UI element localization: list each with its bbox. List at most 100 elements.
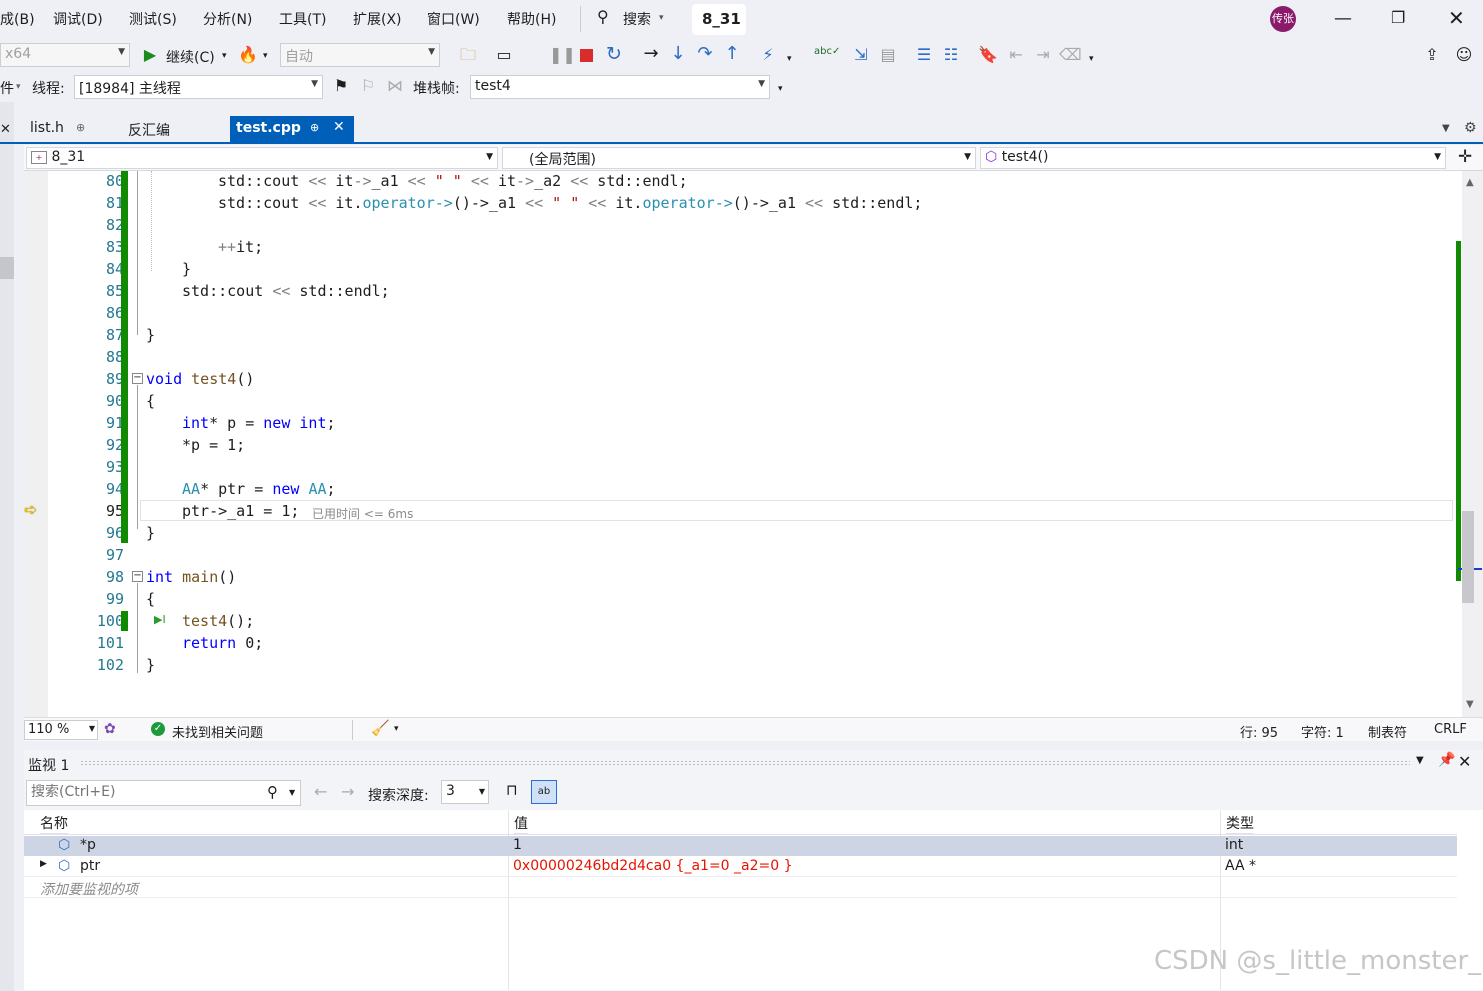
next-bookmark-icon[interactable]: ⇥ bbox=[1032, 45, 1054, 65]
menu-tools[interactable]: 工具(T) bbox=[279, 9, 326, 29]
hex-display-icon[interactable]: ab bbox=[531, 780, 557, 804]
window-layout-icon[interactable]: ▭ bbox=[493, 45, 515, 65]
line-indicator[interactable]: 行: 95 bbox=[1240, 722, 1278, 741]
prev-bookmark-icon[interactable]: ⇤ bbox=[1005, 45, 1027, 65]
flag-icon[interactable]: ⚑ bbox=[330, 76, 352, 96]
step-over-icon[interactable]: ↷ bbox=[694, 44, 716, 64]
chevron-down-icon[interactable]: ▾ bbox=[394, 724, 399, 734]
column-header-name[interactable]: 名称 bbox=[40, 810, 68, 834]
search-button[interactable]: 搜索 bbox=[623, 9, 651, 29]
chevron-down-icon[interactable]: ▾ bbox=[222, 51, 227, 61]
share-icon[interactable]: ⇪ bbox=[1421, 45, 1443, 65]
close-icon[interactable]: ✕ bbox=[1458, 752, 1471, 771]
table-row[interactable]: ⬡ *p 1 int bbox=[24, 836, 1457, 856]
hot-reload-icon[interactable]: 🔥 bbox=[237, 45, 259, 65]
collapse-box-test4[interactable]: − bbox=[132, 373, 143, 384]
issues-status[interactable]: 未找到相关问题 bbox=[172, 722, 263, 741]
thread-combo[interactable]: [18984] 主线程 ▼ bbox=[74, 75, 323, 99]
window-menu-icon[interactable]: ▼ bbox=[1416, 755, 1424, 766]
char-indicator[interactable]: 字符: 1 bbox=[1301, 722, 1344, 741]
perf-tip[interactable]: 已用时间 <= 6ms bbox=[312, 505, 413, 522]
cursor-icon[interactable]: ⇲ bbox=[850, 45, 872, 65]
platform-combo[interactable]: x64 ▼ bbox=[0, 43, 130, 67]
clear-bookmarks-icon[interactable]: ⌫ bbox=[1059, 45, 1082, 65]
outdent-icon[interactable]: ☰ bbox=[913, 45, 935, 65]
stack-frame-combo[interactable]: test4 ▼ bbox=[470, 75, 770, 99]
expand-icon[interactable]: ▶ bbox=[40, 859, 47, 869]
watch-value[interactable]: 0x00000246bd2d4ca0 {_a1=0 _a2=0 } bbox=[513, 858, 793, 874]
tab-test-cpp[interactable]: test.cpp ⊕ ✕ bbox=[230, 116, 354, 142]
scroll-up-icon[interactable]: ▲ bbox=[1466, 177, 1474, 188]
bookmark-icon[interactable]: 🔖 bbox=[977, 45, 999, 65]
menu-build[interactable]: 成(B) bbox=[0, 9, 35, 29]
editor-vertical-scrollbar[interactable]: ▲ ▼ bbox=[1456, 171, 1483, 717]
pin-icon[interactable]: 📌 bbox=[1438, 752, 1455, 768]
avatar[interactable]: 传张 bbox=[1270, 6, 1296, 32]
pin-to-source-icon[interactable]: ⊓ bbox=[506, 781, 518, 799]
pause-icon[interactable]: ❚❚ bbox=[549, 45, 576, 65]
group-icon[interactable]: ⋈ bbox=[384, 76, 406, 96]
close-icon[interactable]: ✕ bbox=[1448, 6, 1465, 30]
watch-name[interactable]: *p bbox=[80, 837, 96, 853]
search-depth-combo[interactable]: 3 ▼ bbox=[441, 780, 489, 804]
solution-name[interactable]: 8_31 bbox=[692, 4, 746, 35]
scroll-down-icon[interactable]: ▼ bbox=[1466, 699, 1474, 710]
close-icon[interactable]: ✕ bbox=[333, 119, 345, 135]
diagnostics-icon[interactable]: ⚡ bbox=[757, 45, 779, 65]
feedback-icon[interactable]: ☺ bbox=[1453, 45, 1475, 65]
chevron-down-icon[interactable]: ▾ bbox=[263, 51, 268, 61]
watch-search-field[interactable]: ⚲ ▼ bbox=[26, 780, 301, 806]
add-watch-row[interactable]: 添加要监视的项 bbox=[24, 878, 1457, 898]
collapse-box-main[interactable]: − bbox=[132, 571, 143, 582]
tab-indicator[interactable]: 制表符 bbox=[1368, 722, 1407, 741]
step-out-icon[interactable]: ↑ bbox=[721, 44, 743, 64]
play-icon[interactable]: ▶ bbox=[139, 45, 161, 65]
gear-icon[interactable]: ⚙ bbox=[1464, 120, 1477, 136]
menu-analyze[interactable]: 分析(N) bbox=[203, 9, 252, 29]
tab-list-h[interactable]: list.h ⊕ bbox=[24, 116, 118, 142]
search-icon[interactable]: ⚲ bbox=[267, 783, 278, 801]
chevron-down-icon[interactable]: ▼ bbox=[289, 788, 295, 797]
menu-debug[interactable]: 调试(D) bbox=[53, 9, 103, 29]
intellicode-icon[interactable]: ✿ bbox=[104, 721, 116, 737]
drag-grip[interactable] bbox=[80, 760, 1410, 766]
watch-search-input[interactable] bbox=[27, 781, 247, 803]
watch-value[interactable]: 1 bbox=[513, 837, 522, 853]
left-dock-tab[interactable] bbox=[0, 257, 14, 279]
pin-icon[interactable]: ⊕ bbox=[76, 121, 85, 134]
chevron-down-icon[interactable]: ▾ bbox=[787, 54, 792, 64]
forward-arrow-icon[interactable]: → bbox=[341, 782, 354, 801]
tab-disassembly[interactable]: 反汇编 bbox=[122, 116, 226, 142]
code-editor[interactable]: 80 81 82 83 84 85 86 87 88 89 90 91 92 93 94 95 96 97 98 99… bbox=[24, 171, 1462, 717]
pin-icon[interactable]: ⊕ bbox=[310, 121, 319, 134]
column-header-value[interactable]: 值 bbox=[514, 810, 528, 834]
cleanup-icon[interactable]: 🧹 bbox=[371, 719, 390, 737]
config-combo[interactable]: 自动 ▼ bbox=[280, 43, 440, 67]
add-watch-hint[interactable]: 添加要监视的项 bbox=[40, 879, 138, 899]
scroll-thumb[interactable] bbox=[1462, 511, 1474, 603]
watch-name[interactable]: ptr bbox=[80, 858, 100, 874]
column-header-type[interactable]: 类型 bbox=[1226, 810, 1254, 834]
flag-all-icon[interactable]: ⚐ bbox=[357, 76, 379, 96]
indicator-margin[interactable] bbox=[24, 171, 48, 717]
menu-test[interactable]: 测试(S) bbox=[129, 9, 177, 29]
split-icon[interactable]: ✛ bbox=[1458, 147, 1472, 167]
menu-extensions[interactable]: 扩展(X) bbox=[353, 9, 402, 29]
indent-icon[interactable]: ☷ bbox=[940, 45, 962, 65]
folder-icon[interactable]: 🗀 bbox=[457, 45, 479, 65]
chevron-down-icon[interactable]: ▾ bbox=[1089, 54, 1094, 64]
step-into-icon[interactable]: ↓ bbox=[667, 44, 689, 64]
menu-help[interactable]: 帮助(H) bbox=[507, 9, 556, 29]
menu-window[interactable]: 窗口(W) bbox=[427, 9, 480, 29]
chevron-down-icon[interactable]: ▾ bbox=[778, 84, 783, 94]
minimize-icon[interactable]: — bbox=[1334, 8, 1352, 29]
scope-combo[interactable]: (全局范围) ▼ bbox=[502, 147, 976, 169]
stop-icon[interactable] bbox=[580, 49, 593, 62]
table-row[interactable]: ▶ ⬡ ptr 0x00000246bd2d4ca0 {_a1=0 _a2=0 … bbox=[24, 857, 1457, 877]
member-combo[interactable]: ⬡ test4() ▼ bbox=[980, 147, 1446, 169]
restore-icon[interactable]: ❐ bbox=[1391, 8, 1405, 27]
tab-list-dropdown-icon[interactable]: ▼ bbox=[1442, 123, 1450, 134]
back-arrow-icon[interactable]: ← bbox=[314, 782, 327, 801]
project-combo[interactable]: + 8_31 ▼ bbox=[26, 147, 498, 169]
zoom-combo[interactable]: 110 % ▼ bbox=[24, 720, 98, 740]
